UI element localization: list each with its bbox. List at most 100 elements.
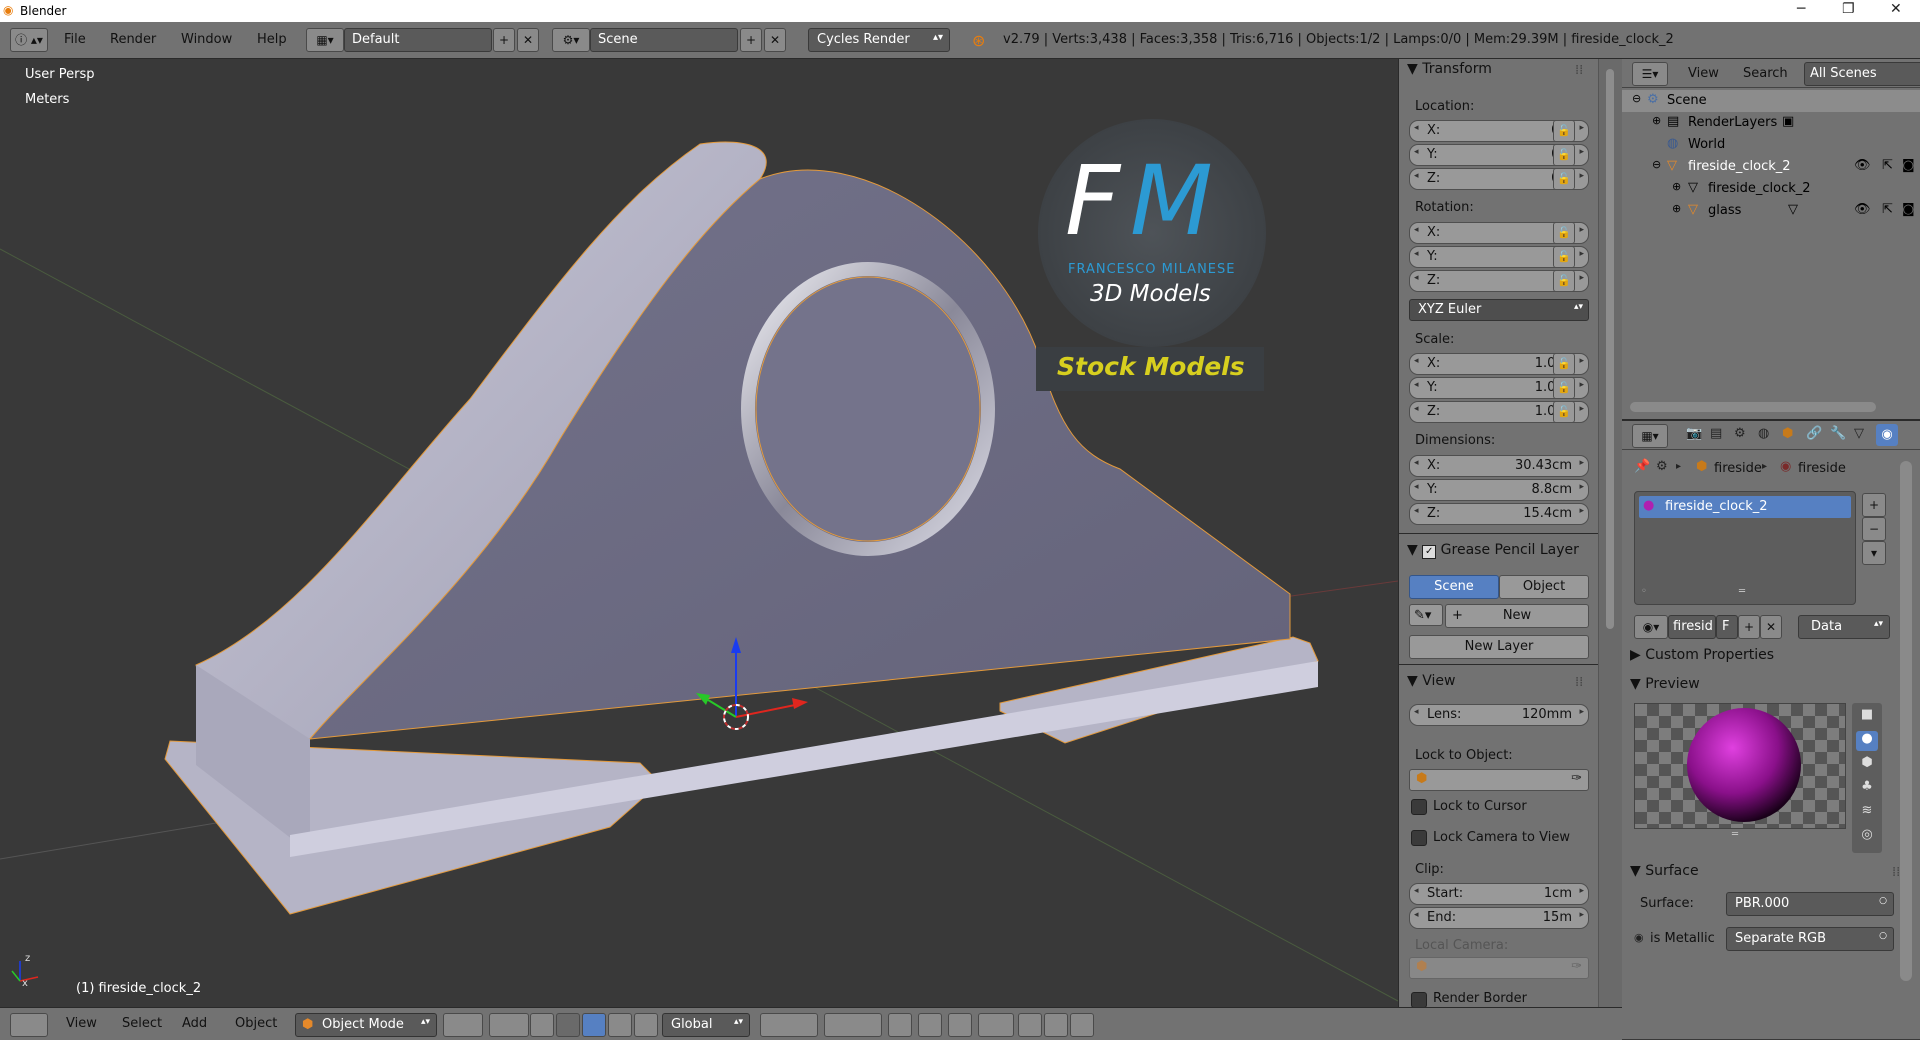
visibility-eye-icon[interactable]: 👁 xyxy=(1854,158,1871,173)
pin-icon[interactable]: 📌 xyxy=(1634,459,1650,474)
data-tab-icon[interactable]: ▽ xyxy=(1854,426,1864,441)
dimensions-z-field[interactable]: ◂ Z: 15.4cm ▸ xyxy=(1409,503,1589,525)
properties-scrollbar[interactable] xyxy=(1900,461,1912,981)
scene-layers-grid[interactable] xyxy=(760,1013,818,1037)
scene-field[interactable]: Scene xyxy=(590,28,738,52)
expand-icon[interactable]: ⊕ xyxy=(1652,114,1661,127)
add-material-slot-button[interactable]: + xyxy=(1862,493,1886,517)
render-camera-icon[interactable]: ◙ xyxy=(1902,158,1915,173)
manipulator-toggle-icon[interactable] xyxy=(530,1013,554,1037)
preview-monkey-icon[interactable]: ♣ xyxy=(1856,779,1878,799)
view-panel-header[interactable]: ▼ View xyxy=(1407,673,1455,693)
add-screen-button[interactable]: + xyxy=(493,28,515,52)
clip-end-field[interactable]: ◂ End: 15m ▸ xyxy=(1409,907,1589,929)
custom-properties-header[interactable]: ▶ Custom Properties xyxy=(1630,647,1774,667)
list-grip-icon[interactable]: ═ xyxy=(1739,586,1745,597)
unlink-material-button[interactable]: ✕ xyxy=(1760,615,1782,639)
snap-toggle-icon[interactable] xyxy=(948,1013,972,1037)
surface-panel-header[interactable]: ▼ Surface xyxy=(1630,863,1699,883)
outliner-filter-dropdown[interactable]: All Scenes xyxy=(1804,62,1920,86)
lock-rotation-x-icon[interactable]: 🔓 xyxy=(1553,222,1575,244)
lock-rotation-z-icon[interactable]: 🔓 xyxy=(1553,270,1575,292)
transform-orientation-dropdown[interactable]: Global ▴▾ xyxy=(662,1013,750,1037)
drag-handle-icon[interactable]: ⁞⁞ xyxy=(1575,675,1583,690)
scale-manipulator-icon[interactable] xyxy=(608,1013,632,1037)
collapse-icon[interactable]: ⊖ xyxy=(1652,158,1661,171)
material-specials-button[interactable]: ▾ xyxy=(1862,541,1886,565)
list-resize-icon[interactable]: ◦ xyxy=(1641,586,1647,597)
pivot-point-dropdown[interactable] xyxy=(489,1013,529,1037)
viewport-shading-dropdown[interactable] xyxy=(443,1013,483,1037)
outliner-row-fireside-clock[interactable]: ⊖ ▽ fireside_clock_2 👁 ⇱ ◙ xyxy=(1622,156,1920,178)
material-slot-list[interactable]: ● fireside_clock_2 ◦ ═ xyxy=(1634,491,1856,605)
surface-shader-field[interactable]: PBR.000 ○ xyxy=(1726,892,1894,916)
mode-dropdown[interactable]: ⬢ Object Mode ▴▾ xyxy=(295,1013,437,1037)
gp-scene-button[interactable]: Scene xyxy=(1409,575,1499,599)
outliner-editor-type-icon[interactable]: ☰▾ xyxy=(1632,62,1668,86)
expand-icon[interactable]: ⊕ xyxy=(1672,202,1681,215)
new-material-button[interactable]: + xyxy=(1738,615,1760,639)
outliner-menu-view[interactable]: View xyxy=(1688,63,1719,85)
material-tab-icon[interactable]: ◉ xyxy=(1876,424,1898,446)
gp-new-layer-button[interactable]: New Layer xyxy=(1409,635,1589,659)
dimensions-y-field[interactable]: ◂ Y: 8.8cm ▸ xyxy=(1409,479,1589,501)
lock-scale-y-icon[interactable]: 🔓 xyxy=(1553,377,1575,399)
remove-material-slot-button[interactable]: − xyxy=(1862,517,1886,541)
preview-flat-icon[interactable]: ■ xyxy=(1856,707,1878,727)
3d-viewport[interactable]: z x F M FRANCESCO MILANESE 3D Models Sto… xyxy=(0,59,1398,1007)
render-tab-icon[interactable]: 📷 xyxy=(1686,426,1702,441)
lock-location-x-icon[interactable]: 🔓 xyxy=(1553,120,1575,142)
selectable-cursor-icon[interactable]: ⇱ xyxy=(1882,202,1893,217)
outliner-row-scene[interactable]: ⊖ ⚙ Scene xyxy=(1622,90,1920,112)
editor-type-icon[interactable]: ⓘ ▴▾ xyxy=(10,28,48,52)
render-preview-icon[interactable] xyxy=(1044,1013,1068,1037)
outliner-row-glass[interactable]: ⊕ ▽ glass ▽ 👁 ⇱ ◙ xyxy=(1622,200,1920,222)
lock-to-cursor-checkbox[interactable] xyxy=(1411,799,1427,815)
render-layers-tab-icon[interactable]: ▤ xyxy=(1710,426,1722,441)
properties-editor-type-icon[interactable]: ▦▾ xyxy=(1632,424,1668,448)
minimize-button[interactable]: ─ xyxy=(1797,1,1805,17)
render-border-checkbox[interactable] xyxy=(1411,992,1427,1007)
grease-pencil-panel-header[interactable]: ▼ ✓ Grease Pencil Layer xyxy=(1407,542,1579,562)
material-name-field[interactable]: firesid xyxy=(1668,615,1716,639)
close-button[interactable]: ✕ xyxy=(1890,1,1902,17)
onion-skin-icon[interactable] xyxy=(1018,1013,1042,1037)
constraints-tab-icon[interactable]: 🔗 xyxy=(1806,426,1822,441)
viewport-menu-add[interactable]: Add xyxy=(182,1016,207,1031)
scene-icon[interactable]: ⚙▾ xyxy=(552,28,590,52)
dimensions-x-field[interactable]: ◂ X: 30.43cm ▸ xyxy=(1409,455,1589,477)
renderlayer-toggle-icon[interactable]: ▣ xyxy=(1782,114,1794,129)
sidebar-scrollbar-thumb[interactable] xyxy=(1606,69,1614,629)
preview-hair-icon[interactable]: ≋ xyxy=(1856,803,1878,823)
object-tab-icon[interactable]: ⬢ xyxy=(1782,426,1793,441)
viewport-menu-object[interactable]: Object xyxy=(235,1016,277,1031)
visibility-eye-icon[interactable]: 👁 xyxy=(1854,202,1871,217)
is-metallic-field[interactable]: Separate RGB ○ xyxy=(1726,927,1894,951)
preview-resize-grip-icon[interactable]: ═ xyxy=(1732,829,1738,840)
drag-handle-icon[interactable]: ⁞⁞ xyxy=(1575,63,1583,78)
gp-object-button[interactable]: Object xyxy=(1499,575,1589,599)
lock-rotation-y-icon[interactable]: 🔓 xyxy=(1553,246,1575,268)
lock-object-field[interactable]: ⬢ ✑ xyxy=(1409,769,1589,791)
preview-sphere-icon[interactable]: ● xyxy=(1856,731,1878,751)
fake-user-button[interactable]: F xyxy=(1716,615,1738,639)
maximize-button[interactable]: ❐ xyxy=(1842,1,1855,17)
clip-start-field[interactable]: ◂ Start: 1cm ▸ xyxy=(1409,883,1589,905)
manipulator-extra-icon[interactable] xyxy=(634,1013,658,1037)
add-scene-button[interactable]: + xyxy=(740,28,762,52)
outliner-row-world[interactable]: ◍ World xyxy=(1622,134,1920,156)
viewport-menu-select[interactable]: Select xyxy=(122,1016,162,1031)
grease-pencil-checkbox[interactable]: ✓ xyxy=(1422,545,1437,559)
screen-layout-field[interactable]: Default xyxy=(344,28,492,52)
material-browse-icon[interactable]: ◉▾ xyxy=(1634,615,1668,639)
proportional-edit-icon[interactable] xyxy=(918,1013,942,1037)
menu-file[interactable]: File xyxy=(64,29,86,51)
scene-tab-icon[interactable]: ⚙ xyxy=(1734,426,1746,441)
gp-new-button[interactable]: + New xyxy=(1445,604,1589,628)
render-animation-icon[interactable] xyxy=(1070,1013,1094,1037)
translate-manipulator-icon[interactable] xyxy=(556,1013,580,1037)
lock-location-y-icon[interactable]: 🔓 xyxy=(1553,144,1575,166)
lens-field[interactable]: ◂ Lens: 120mm ▸ xyxy=(1409,704,1589,726)
preview-panel-header[interactable]: ▼ Preview xyxy=(1630,676,1700,696)
lock-camera-checkbox[interactable] xyxy=(1411,830,1427,846)
